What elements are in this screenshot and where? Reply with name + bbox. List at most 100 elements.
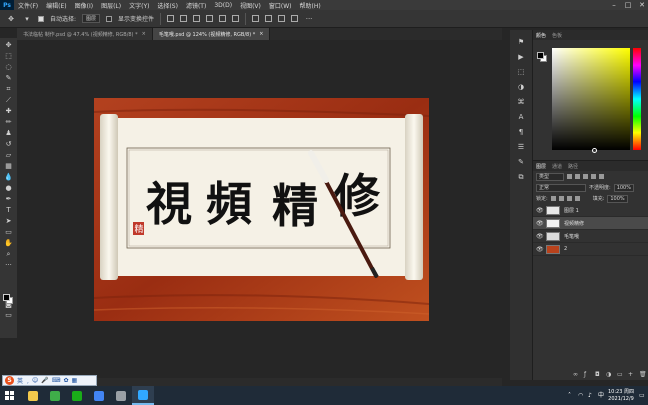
align-bottom-icon[interactable] xyxy=(232,15,240,22)
distribute-icon[interactable] xyxy=(265,15,273,22)
gradient-tool-icon[interactable]: ▦ xyxy=(4,162,14,170)
close-icon[interactable]: ✕ xyxy=(638,1,646,9)
align-center-icon[interactable] xyxy=(180,15,188,22)
filter-type-icon[interactable] xyxy=(583,174,588,179)
canvas-area[interactable]: 視 頻 精 修 精 xyxy=(17,40,502,380)
pen-tool-icon[interactable]: ✒ xyxy=(4,195,14,203)
quick-select-icon[interactable]: ✎ xyxy=(4,74,14,82)
styles-icon[interactable]: ⌘ xyxy=(516,98,526,106)
chevron-down-icon[interactable]: ▾ xyxy=(22,15,32,23)
tab-paths[interactable]: 路径 xyxy=(568,163,578,170)
voice-icon[interactable]: 🎤 xyxy=(41,377,48,384)
folder-icon[interactable]: ▭ xyxy=(617,372,623,378)
document-canvas[interactable]: 視 頻 精 修 精 xyxy=(94,98,429,321)
adjustment-layer-icon[interactable]: ◑ xyxy=(606,372,612,378)
lock-all-icon[interactable] xyxy=(574,196,580,201)
ime-mode[interactable]: 英 xyxy=(17,376,23,385)
notification-icon[interactable]: ▭ xyxy=(639,393,645,399)
more-icon[interactable]: ··· xyxy=(304,15,314,23)
properties-icon[interactable]: ☰ xyxy=(516,143,526,151)
start-button[interactable] xyxy=(0,386,18,405)
tab-color[interactable]: 颜色 xyxy=(536,32,546,39)
visibility-eye-icon[interactable]: 👁 xyxy=(536,233,544,240)
clone-source-icon[interactable]: ⧉ xyxy=(516,173,526,181)
auto-select-checkbox[interactable] xyxy=(38,15,44,22)
menu-filter[interactable]: 滤镜(T) xyxy=(182,1,210,10)
sogou-logo[interactable]: S xyxy=(5,376,14,385)
marquee-tool-icon[interactable]: ⬚ xyxy=(4,52,14,60)
path-select-icon[interactable]: ➤ xyxy=(4,217,14,225)
move-tool-icon[interactable]: ✥ xyxy=(4,41,14,49)
menu-file[interactable]: 文件(F) xyxy=(14,1,42,10)
lock-paint-icon[interactable] xyxy=(558,196,564,201)
foreground-color-swatch[interactable] xyxy=(3,294,10,301)
taskbar-app-icon[interactable] xyxy=(110,386,132,405)
layer-row[interactable]: 👁 毛笔哦 xyxy=(533,230,648,243)
visibility-eye-icon[interactable]: 👁 xyxy=(536,207,544,214)
taskbar-app-icon[interactable] xyxy=(66,386,88,405)
layer-row[interactable]: 👁 图层 1 xyxy=(533,204,648,217)
tab-document-1[interactable]: 书法临帖 制作.psd @ 47.4% (视频精修, RGB/8) * × xyxy=(17,28,153,40)
play-action-icon[interactable]: ▶ xyxy=(516,53,526,61)
lock-pixels-icon[interactable] xyxy=(550,196,556,201)
align-right-icon[interactable] xyxy=(193,15,201,22)
link-icon[interactable]: ∞ xyxy=(573,372,579,378)
keyboard-icon[interactable]: ⌨ xyxy=(52,377,61,384)
ime-tray-icon[interactable]: 中 xyxy=(598,393,604,399)
menu-select[interactable]: 选择(S) xyxy=(153,1,182,10)
distribute-icon[interactable] xyxy=(278,15,286,22)
screen-mode-icon[interactable]: ▭ xyxy=(4,311,14,319)
mask-icon[interactable]: ◘ xyxy=(595,372,601,378)
taskbar-app-icon[interactable] xyxy=(88,386,110,405)
healing-brush-icon[interactable]: ✚ xyxy=(4,107,14,115)
3d-icon[interactable]: ⬚ xyxy=(516,68,526,76)
foreground-color-swatch[interactable] xyxy=(537,52,544,59)
type-tool-icon[interactable]: T xyxy=(4,206,14,214)
blur-tool-icon[interactable]: 💧 xyxy=(4,173,14,181)
menu-3d[interactable]: 3D(D) xyxy=(210,2,236,9)
blend-mode-dropdown[interactable]: 正常 xyxy=(536,183,586,192)
menu-help[interactable]: 帮助(H) xyxy=(296,1,325,10)
taskbar-app-icon[interactable] xyxy=(44,386,66,405)
taskbar-app-icon[interactable] xyxy=(22,386,44,405)
more-tools-icon[interactable]: ··· xyxy=(4,261,14,269)
character-icon[interactable]: A xyxy=(516,113,526,121)
filter-adjust-icon[interactable] xyxy=(575,174,580,179)
lock-position-icon[interactable] xyxy=(566,196,572,201)
hand-tool-icon[interactable]: ✋ xyxy=(4,239,14,247)
tab-channels[interactable]: 通道 xyxy=(552,163,562,170)
brush-settings-icon[interactable]: ✎ xyxy=(516,158,526,166)
paragraph-icon[interactable]: ¶ xyxy=(516,128,526,136)
close-icon[interactable]: × xyxy=(259,31,263,37)
tab-swatches[interactable]: 色板 xyxy=(552,32,562,39)
show-transform-checkbox[interactable] xyxy=(106,15,113,22)
history-icon[interactable]: ⚑ xyxy=(516,38,526,46)
chevron-up-icon[interactable]: ˄ xyxy=(568,393,573,399)
hue-slider[interactable] xyxy=(633,48,641,150)
menu-window[interactable]: 窗口(W) xyxy=(265,1,296,10)
opacity-input[interactable]: 100% xyxy=(613,183,634,192)
distribute-icon[interactable] xyxy=(291,15,299,22)
filter-pixel-icon[interactable] xyxy=(567,174,572,179)
history-brush-icon[interactable]: ↺ xyxy=(4,140,14,148)
fill-input[interactable]: 100% xyxy=(607,194,628,203)
menu-view[interactable]: 视图(V) xyxy=(236,1,265,10)
visibility-eye-icon[interactable]: 👁 xyxy=(536,246,544,253)
color-picker-field[interactable] xyxy=(552,48,630,150)
maximize-icon[interactable]: □ xyxy=(624,1,632,9)
tools-icon[interactable]: ▦ xyxy=(71,377,77,384)
align-middle-icon[interactable] xyxy=(219,15,227,22)
tab-layers[interactable]: 图层 xyxy=(536,163,546,170)
close-icon[interactable]: × xyxy=(142,31,146,37)
taskbar-app-icon[interactable] xyxy=(132,386,154,405)
menu-layer[interactable]: 图层(L) xyxy=(97,1,125,10)
new-layer-icon[interactable]: + xyxy=(628,372,634,378)
align-top-icon[interactable] xyxy=(206,15,214,22)
visibility-eye-icon[interactable]: 👁 xyxy=(536,220,544,227)
move-tool-icon[interactable]: ✥ xyxy=(6,15,16,23)
color-picker-cursor[interactable] xyxy=(592,148,597,153)
eraser-tool-icon[interactable]: ▱ xyxy=(4,151,14,159)
fx-icon[interactable]: ƒ xyxy=(584,372,590,378)
volume-icon[interactable]: ♪ xyxy=(588,393,593,399)
clock[interactable]: 10:23 周四 2021/12/9 xyxy=(608,389,634,403)
